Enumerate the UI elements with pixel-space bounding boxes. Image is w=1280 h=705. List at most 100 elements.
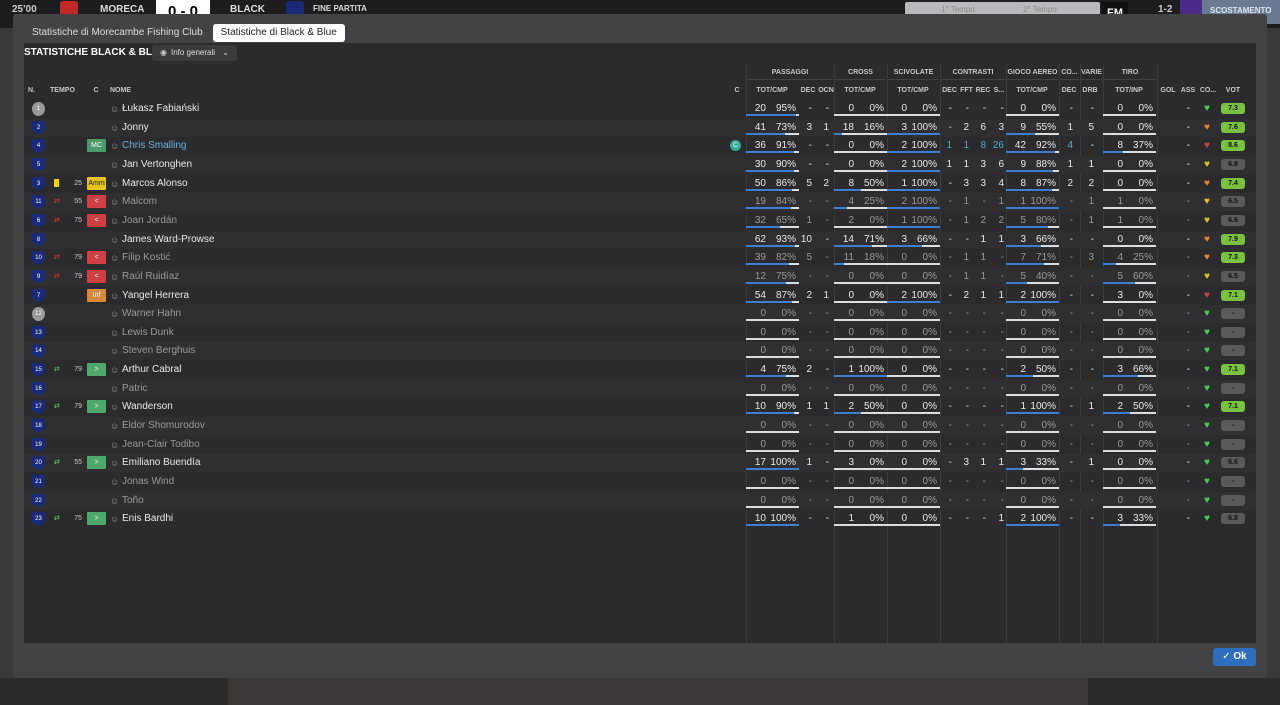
player-row[interactable]: 2 ☺ Jonny 41 73% 3 1 18 16% 3 100% -2 6 3 9 55% 1 5 0 0% - ♥ 7… <box>24 118 1256 137</box>
player-name[interactable]: Emiliano Buendía <box>122 454 200 472</box>
dribbles: 2 <box>1088 177 1094 189</box>
player-row[interactable]: 11 ⇄ 55 < ☺ Malcom 19 84% - -4 25% 2 100% -1-1 1 100% -1… <box>24 193 1256 212</box>
player-name[interactable]: Toño <box>122 492 144 510</box>
column-header-drb[interactable]: DRB <box>1081 87 1099 94</box>
tab-home-stats[interactable]: Statistiche di Morecambe Fishing Club <box>24 24 211 42</box>
passes-chances: - <box>825 364 829 376</box>
player-name[interactable]: Raúl Ruidíaz <box>122 268 179 286</box>
player-name[interactable]: Yangel Herrera <box>122 287 189 305</box>
group-header-contrasti[interactable]: CONTRASTI <box>940 69 1006 76</box>
column-header-n[interactable]: N. <box>28 87 40 94</box>
column-header-sciv_tot[interactable]: TOT/CMP <box>894 87 932 94</box>
column-header-con_dec[interactable]: DEC <box>941 87 958 94</box>
player-row[interactable]: 8 ☺ James Ward-Prowse 62 93% 10-14 71% 3 66% - -1 1… <box>24 230 1256 249</box>
player-name[interactable]: Joan Jordán <box>122 212 177 230</box>
player-row[interactable]: 21 ☺ Jonas Wind 0 0% - -0 0% 0 0% - - - -0 0% - -0 0% - ♥ - <box>24 473 1256 491</box>
group-header-tiro[interactable]: TIRO <box>1103 69 1157 76</box>
player-row[interactable]: 7 Inf ☺ Yangel Herrera 54 87% 2 1 0 0% 2 100% -2 1 1 2 1… <box>24 287 1256 305</box>
view-dropdown[interactable]: ◉ Info generali ⌄ <box>152 45 237 61</box>
player-name[interactable]: Arthur Cabral <box>122 361 181 379</box>
column-header-gol[interactable]: GOL <box>1159 87 1177 94</box>
player-row[interactable]: 15 ⇄ 79 > ☺ Arthur Cabral 4 75% 2-1 100% 0 0% - - - -2 5… <box>24 361 1256 379</box>
contrasts-recoveries: - <box>982 326 986 338</box>
player-name[interactable]: Łukasz Fabiański <box>122 100 199 118</box>
passes-chances: - <box>825 140 829 152</box>
group-header-gioco_aereo[interactable]: GIOCO AEREO <box>1006 69 1059 76</box>
group-header-co[interactable]: CO... <box>1059 69 1080 76</box>
player-name[interactable]: Marcos Alonso <box>122 175 188 193</box>
player-row[interactable]: 6 ⇄ 75 < ☺ Joan Jordán 32 65% 1-2 0% 1 100% -1 2 2 5 80%… <box>24 212 1256 230</box>
player-row[interactable]: 23 ⇄ 75 > ☺ Enis Bardhi 10 100% - -1 0% 0 0% - - -1 2 100… <box>24 510 1256 528</box>
tabs-bar: Statistiche di Morecambe Fishing Club St… <box>24 24 345 42</box>
player-row[interactable]: 3 25 Amm ☺ Marcos Alonso 50 86% 5 2 8 50% 1 100% -3 3 4… <box>24 175 1256 193</box>
player-name[interactable]: Lewis Dunk <box>122 324 174 342</box>
player-row[interactable]: 14 ☺ Steven Berghuis 0 0% - -0 0% 0 0% - - - -0 0% - -0 0… <box>24 342 1256 361</box>
column-header-pass_tot[interactable]: TOT/CMP <box>753 87 791 94</box>
player-name[interactable]: Jonas Wind <box>122 473 174 491</box>
column-header-c[interactable]: C <box>90 87 102 94</box>
player-row[interactable]: 19 ☺ Jean-Clair Todibo 0 0% - -0 0% 0 0% - - - -0 0% - -… <box>24 436 1256 454</box>
column-header-cross_tot[interactable]: TOT/CMP <box>841 87 879 94</box>
group-header-scivolate[interactable]: SCIVOLATE <box>887 69 940 76</box>
column-header-tempo[interactable]: TEMPO <box>50 87 84 94</box>
tackles-bar <box>887 188 940 191</box>
co-decisive: - <box>1069 270 1073 282</box>
player-name[interactable]: Jonny <box>122 119 149 137</box>
group-header-passaggi[interactable]: PASSAGGI <box>746 69 834 76</box>
column-header-co_dec[interactable]: DEC <box>1060 87 1078 94</box>
player-rating: - <box>1221 345 1245 357</box>
column-header-c2[interactable]: C <box>732 87 742 94</box>
column-header-vot[interactable]: VOT <box>1223 87 1243 94</box>
shots-bar-bg <box>1103 225 1156 228</box>
player-name[interactable]: James Ward-Prowse <box>122 231 214 249</box>
dribbles: - <box>1090 420 1094 432</box>
column-header-aer_tot[interactable]: TOT/CMP <box>1013 87 1051 94</box>
player-row[interactable]: 22 ☺ Toño 0 0% - -0 0% 0 0% - - - -0 0% - -0 0% - ♥ - <box>24 491 1256 510</box>
column-header-tiro_tot[interactable]: TOT/INP <box>1110 87 1148 94</box>
player-name[interactable]: Malcom <box>122 193 157 211</box>
player-avatar-icon: ☺ <box>110 122 120 133</box>
player-name[interactable]: Jean-Clair Todibo <box>122 436 200 454</box>
column-header-pass_ocn[interactable]: OCN <box>817 87 835 94</box>
contrasts-recoveries: 1 <box>980 457 986 469</box>
player-name[interactable]: Warner Hahn <box>122 305 181 323</box>
player-row[interactable]: 4 MC ☺ Chris Smalling C 36 91% - -0 0% 2 100% 1 1 8 26 4… <box>24 137 1256 155</box>
dribbles: 3 <box>1088 252 1094 264</box>
contrasts-s: - <box>1000 401 1004 413</box>
group-header-varie[interactable]: VARIE <box>1080 69 1103 76</box>
player-name[interactable]: Jan Vertonghen <box>122 156 192 174</box>
contrasts-s: - <box>1000 494 1004 506</box>
tab-away-stats[interactable]: Statistiche di Black & Blue <box>212 24 345 42</box>
column-header-con_s[interactable]: S... <box>992 87 1006 94</box>
player-name[interactable]: Wanderson <box>122 398 173 416</box>
column-header-nome[interactable]: NOME <box>110 87 140 94</box>
player-name[interactable]: Filip Kostić <box>122 249 170 267</box>
contrasts-s: 1 <box>998 457 1004 469</box>
passes-bar <box>746 281 786 284</box>
player-row[interactable]: 13 ☺ Lewis Dunk 0 0% - -0 0% 0 0% - - - -0 0% - -0 0% - ♥ - <box>24 324 1256 342</box>
player-name[interactable]: Patric <box>122 380 148 398</box>
column-header-co2[interactable]: CO... <box>1198 87 1218 94</box>
passes-chances: 2 <box>823 177 829 189</box>
player-name[interactable]: Steven Berghuis <box>122 342 195 360</box>
group-header-cross[interactable]: CROSS <box>834 69 887 76</box>
player-row[interactable]: 12 ☺ Warner Hahn 0 0% - -0 0% 0 0% - - - -0 0% - -0 0% - ♥ - <box>24 305 1256 324</box>
player-row[interactable]: 16 ☺ Patric 0 0% - -0 0% 0 0% - - - -0 0% - -0 0% - ♥ - <box>24 379 1256 398</box>
player-name[interactable]: Eldor Shomurodov <box>122 417 205 435</box>
player-name[interactable]: Enis Bardhi <box>122 510 173 528</box>
goals <box>1162 287 1172 305</box>
player-row[interactable]: 1 ☺ Łukasz Fabiański 20 95% - -0 0% 0 0% - - - -0 0% - -… <box>24 100 1256 118</box>
player-row[interactable]: 9 ⇄ 79 < ☺ Raúl Ruidíaz 12 75% - -0 0% 0 0% -1 1-5 40% -… <box>24 267 1256 286</box>
player-row[interactable]: 10 ⇄ 79 < ☺ Filip Kostić 39 82% 5-11 18% 0 0% -1 1-7 7… <box>24 249 1256 267</box>
player-row[interactable]: 5 ☺ Jan Vertonghen 30 90% - -0 0% 2 100% 1 1 3 6 9 88% 1… <box>24 155 1256 174</box>
column-header-ass[interactable]: ASS <box>1180 87 1196 94</box>
ok-button[interactable]: ✓ Ok <box>1213 648 1256 666</box>
player-name[interactable]: Chris Smalling <box>122 137 186 155</box>
column-header-pass_dec[interactable]: DEC <box>800 87 816 94</box>
column-header-con_fft[interactable]: FFT <box>959 87 974 94</box>
player-row[interactable]: 17 ⇄ 79 > ☺ Wanderson 10 90% 1 1 2 50% 0 0% - - - -1 100% -… <box>24 398 1256 416</box>
player-row[interactable]: 18 ☺ Eldor Shomurodov 0 0% - -0 0% 0 0% - - - -0 0% - -0… <box>24 417 1256 436</box>
aerial-bar <box>1006 188 1052 191</box>
player-row[interactable]: 20 ⇄ 55 > ☺ Emiliano Buendía 17 100% 1-3 0% 0 0% -3 1… <box>24 454 1256 473</box>
column-header-con_rec[interactable]: REC <box>975 87 991 94</box>
